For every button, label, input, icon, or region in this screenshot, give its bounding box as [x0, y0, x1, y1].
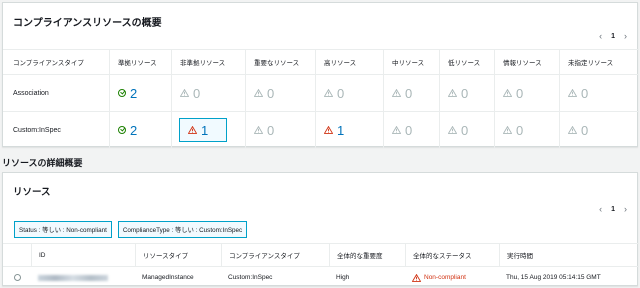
critical-count: 0 — [254, 86, 274, 101]
summary-title: コンプライアンスリソースの概要 — [13, 18, 162, 29]
column-header[interactable]: リソースタイプ — [135, 244, 221, 266]
high-count: 0 — [324, 86, 344, 101]
row-label: Association — [13, 89, 49, 97]
low-count: 0 — [448, 86, 468, 101]
severity-cell: High — [336, 274, 350, 281]
prev-page-icon[interactable]: ‹ — [599, 31, 602, 41]
summary-pagination: ‹ 1 › — [599, 31, 627, 41]
summary-header-row: コンプライアンスタイプ 準拠リソース 非準拠リソース 重要なリソース 高リソース… — [3, 49, 639, 74]
warning-icon — [503, 89, 512, 97]
column-header: 準拠リソース — [109, 50, 171, 74]
warning-icon — [568, 89, 577, 97]
warning-icon — [503, 126, 512, 134]
summary-row-association: Association 2 0 0 0 0 0 0 0 — [3, 74, 639, 111]
column-header: 未指定リソース — [559, 50, 639, 74]
page-number[interactable]: 1 — [611, 206, 615, 213]
warning-icon — [568, 126, 577, 134]
warning-icon — [448, 126, 457, 134]
unspecified-count: 0 — [568, 123, 588, 138]
row-select-radio[interactable] — [14, 274, 21, 281]
warning-icon — [448, 89, 457, 97]
unspecified-count: 0 — [568, 86, 588, 101]
warning-icon — [324, 126, 333, 134]
column-header[interactable]: ID — [31, 244, 135, 266]
resources-title: リソース — [13, 187, 51, 198]
resources-table: ID リソースタイプ コンプライアンスタイプ 全体的な重要度 全体的なステータス… — [3, 243, 639, 288]
next-page-icon[interactable]: › — [624, 31, 627, 41]
noncompliant-count-selected[interactable]: 1 — [179, 118, 228, 142]
check-circle-icon — [118, 89, 126, 97]
compliance-summary-card: コンプライアンスリソースの概要 ‹ 1 › コンプライアンスタイプ 準拠リソース… — [2, 2, 639, 148]
filter-chip-compliance-type[interactable]: ComplianceType : 等しい : Custom:InSpec — [117, 221, 248, 238]
filter-chip-status[interactable]: Status : 等しい : Non-compliant — [14, 221, 112, 238]
compliant-count[interactable]: 2 — [118, 86, 137, 101]
column-header[interactable]: 実行時間 — [499, 244, 639, 266]
filter-chips: Status : 等しい : Non-compliant ComplianceT… — [14, 221, 248, 238]
redacted-resource-id[interactable] — [38, 274, 108, 281]
prev-page-icon[interactable]: ‹ — [599, 204, 602, 214]
detail-section-heading: リソースの詳細概要 — [2, 158, 83, 168]
critical-count: 0 — [254, 123, 274, 138]
compliant-count[interactable]: 2 — [118, 123, 137, 138]
status-badge: Non-compliant — [412, 273, 466, 282]
resources-header-row: ID リソースタイプ コンプライアンスタイプ 全体的な重要度 全体的なステータス… — [3, 243, 639, 266]
executed-time-cell: Thu, 15 Aug 2019 05:14:15 GMT — [506, 274, 601, 281]
summary-row-custom-inspec: Custom:InSpec 2 1 0 1 0 0 0 0 — [3, 111, 639, 148]
row-label: Custom:InSpec — [13, 126, 61, 134]
info-count: 0 — [503, 123, 523, 138]
page-number[interactable]: 1 — [611, 33, 615, 40]
warning-icon — [180, 89, 189, 97]
summary-table: コンプライアンスタイプ 準拠リソース 非準拠リソース 重要なリソース 高リソース… — [3, 49, 639, 148]
column-header[interactable]: 全体的なステータス — [405, 244, 499, 266]
check-circle-icon — [118, 126, 126, 134]
medium-count: 0 — [392, 86, 412, 101]
resources-card: リソース ‹ 1 › Status : 等しい : Non-compliant … — [2, 172, 639, 288]
medium-count: 0 — [392, 123, 412, 138]
high-count[interactable]: 1 — [324, 123, 344, 138]
warning-icon — [324, 89, 333, 97]
column-header: コンプライアンスタイプ — [13, 60, 84, 67]
warning-icon — [412, 273, 421, 282]
table-row[interactable]: ManagedInstance Custom:InSpec High Non-c… — [3, 266, 639, 288]
warning-icon — [392, 126, 401, 134]
noncompliant-count: 0 — [180, 86, 200, 101]
next-page-icon[interactable]: › — [624, 204, 627, 214]
resources-pagination: ‹ 1 › — [599, 204, 627, 214]
column-header: 中リソース — [383, 50, 439, 74]
column-header: 低リソース — [439, 50, 494, 74]
column-header[interactable]: コンプライアンスタイプ — [221, 244, 329, 266]
column-header: 情報リソース — [494, 50, 559, 74]
warning-icon — [254, 126, 263, 134]
warning-icon — [254, 89, 263, 97]
resource-type-cell: ManagedInstance — [142, 274, 194, 281]
status-text: Non-compliant — [424, 274, 466, 281]
column-header: 重要なリソース — [245, 50, 315, 74]
low-count: 0 — [448, 123, 468, 138]
warning-icon — [392, 89, 401, 97]
column-header: 高リソース — [315, 50, 383, 74]
column-header[interactable]: 全体的な重要度 — [329, 244, 405, 266]
compliance-type-cell: Custom:InSpec — [228, 274, 273, 281]
column-header: 非準拠リソース — [171, 50, 245, 74]
warning-icon — [188, 126, 197, 134]
info-count: 0 — [503, 86, 523, 101]
